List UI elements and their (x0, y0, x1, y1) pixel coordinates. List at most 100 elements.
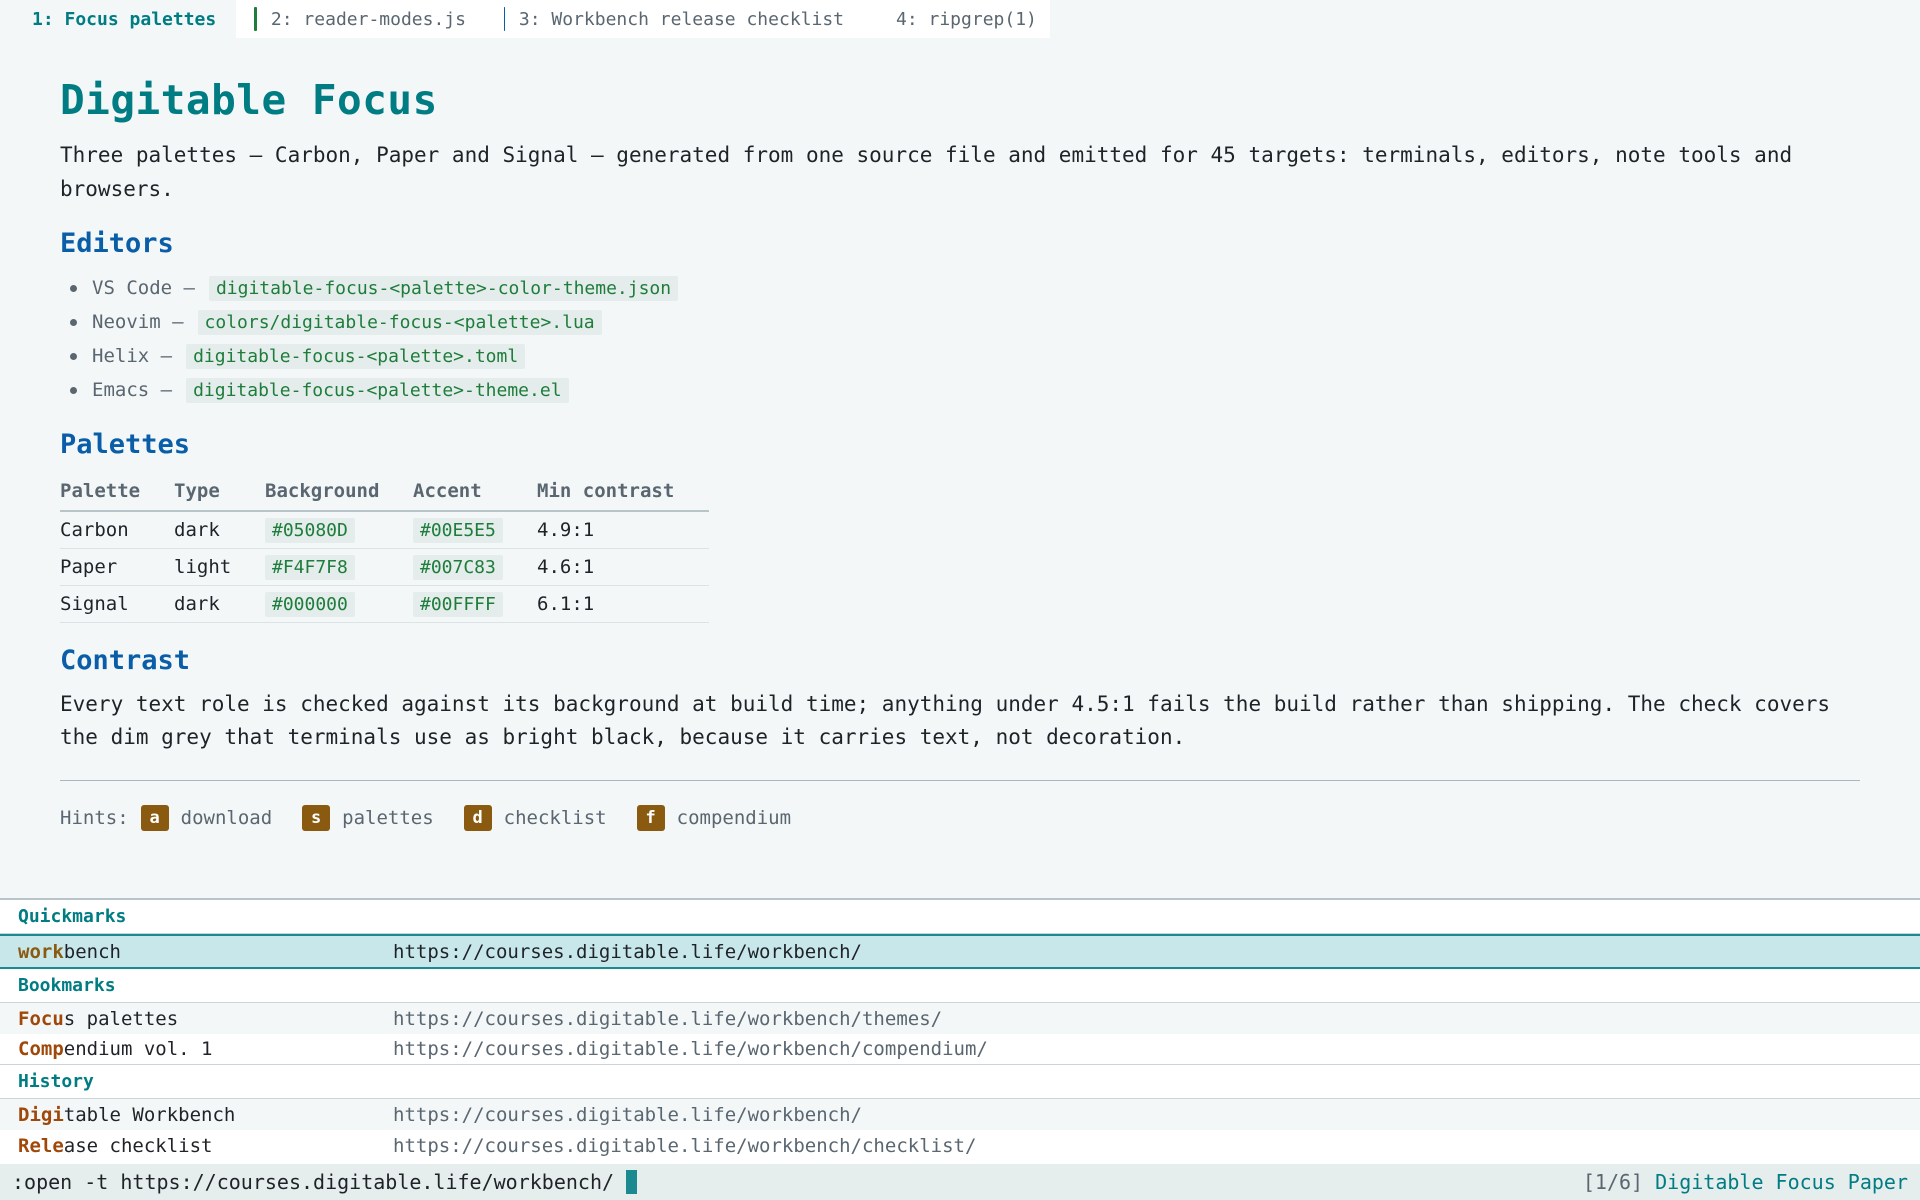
hint-compendium[interactable]: f compendium (636, 804, 792, 831)
column-header: Min contrast (537, 474, 709, 512)
palettes-table: Palette Type Background Accent Min contr… (60, 474, 709, 623)
editor-name: VS Code — (92, 277, 195, 299)
hints-label: Hints: (60, 806, 129, 829)
tab-label: 2: reader-modes.js (270, 8, 466, 30)
tab-bar: 1: Focus palettes 2: reader-modes.js 3: … (0, 0, 1050, 38)
column-header: Palette (60, 474, 174, 512)
tab-label: 1: Focus palettes (32, 8, 217, 30)
contrast-paragraph: Every text role is checked against its b… (60, 691, 1831, 749)
name-rest: s palettes (63, 1007, 179, 1030)
table-row: Signal dark #000000 #00FFFF 6.1:1 (60, 585, 709, 623)
completion-url: https://courses.digitable.life/workbench… (393, 1007, 943, 1030)
cell-contrast: 4.9:1 (537, 511, 709, 549)
hint-checklist[interactable]: d checklist (463, 804, 607, 831)
column-header: Accent (413, 474, 537, 512)
completion-url: https://courses.digitable.life/workbench… (393, 1134, 977, 1157)
tab-ripgrep[interactable]: 4: ripgrep(1) (864, 0, 1050, 38)
hex-code: #00E5E5 (413, 517, 503, 543)
cell-type: dark (174, 585, 265, 623)
command-input[interactable]: :open -t https://courses.digitable.life/… (12, 1170, 614, 1194)
table-row: Paper light #F4F7F8 #007C83 4.6:1 (60, 548, 709, 586)
hint-label: checklist (503, 806, 607, 829)
bullet (70, 318, 77, 326)
table-header-row: Palette Type Background Accent Min contr… (60, 474, 709, 512)
tab-label: 4: ripgrep(1) (896, 8, 1037, 30)
hint-download[interactable]: a download (140, 804, 273, 831)
name-rest: endium vol. 1 (63, 1038, 213, 1060)
match-highlight: Rele (18, 1134, 64, 1157)
tab-reader-modes[interactable]: 2: reader-modes.js (236, 0, 486, 38)
completion-item-selected[interactable]: workbench https://courses.digitable.life… (0, 934, 1920, 969)
hint-key: a (140, 804, 169, 831)
hint-palettes[interactable]: s palettes (302, 804, 434, 831)
cell-accent: #00FFFF (413, 585, 537, 623)
completion-item[interactable]: Digitable Workbench https://courses.digi… (0, 1099, 1920, 1130)
completion-item[interactable]: Compendium vol. 1 https://courses.digita… (0, 1034, 1920, 1065)
cell-accent: #00E5E5 (413, 511, 537, 549)
editors-heading: Editors (60, 228, 174, 259)
category-bookmarks: Bookmarks (0, 969, 1920, 1003)
hex-code: #00FFFF (413, 591, 503, 617)
tab-focus-palettes[interactable]: 1: Focus palettes (0, 0, 236, 38)
hint-label: download (180, 806, 273, 829)
completion-name: workbench (18, 941, 393, 963)
cell-type: dark (174, 511, 265, 549)
column-header: Background (265, 474, 413, 512)
completion-url: https://courses.digitable.life/workbench… (393, 1038, 988, 1060)
cell-background: #000000 (265, 585, 413, 623)
hint-key: d (463, 804, 492, 831)
tab-indicator (254, 7, 257, 31)
editors-list: VS Code — digitable-focus-<palette>-colo… (60, 271, 1860, 407)
completion-panel: Quickmarks workbench https://courses.dig… (0, 898, 1920, 1164)
page-title: Digitable Focus (60, 76, 438, 124)
completion-name: Digitable Workbench (18, 1104, 393, 1126)
cell-type: light (174, 548, 265, 586)
cell-accent: #007C83 (413, 548, 537, 586)
editor-file: colors/digitable-focus-<palette>.lua (197, 309, 602, 335)
tab-indicator (504, 7, 505, 31)
name-rest: table Workbench (63, 1103, 236, 1126)
completion-name: Release checklist (18, 1135, 393, 1157)
hex-code: #05080D (265, 517, 355, 543)
text-cursor (626, 1170, 638, 1194)
completion-name: Focus palettes (18, 1008, 393, 1030)
tab-release-checklist[interactable]: 3: Workbench release checklist (486, 0, 864, 38)
page-title-status: Digitable Focus Paper (1655, 1170, 1908, 1194)
match-highlight: Focu (18, 1007, 64, 1030)
category-history: History (0, 1065, 1920, 1099)
list-item: Emacs — digitable-focus-<palette>-theme.… (60, 373, 1860, 407)
bullet (70, 386, 77, 394)
hex-code: #007C83 (413, 554, 503, 580)
editor-file: digitable-focus-<palette>.toml (186, 343, 526, 369)
hint-label: compendium (676, 806, 792, 829)
category-quickmarks: Quickmarks (0, 900, 1920, 934)
list-item: VS Code — digitable-focus-<palette>-colo… (60, 271, 1860, 305)
cell-background: #05080D (265, 511, 413, 549)
cell-background: #F4F7F8 (265, 548, 413, 586)
cell-palette: Paper (60, 548, 174, 586)
completion-name: Compendium vol. 1 (18, 1038, 393, 1060)
completion-position: [1/6] (1582, 1170, 1644, 1194)
match-highlight: Digi (18, 1103, 64, 1126)
bullet (70, 352, 77, 360)
name-rest: ase checklist (63, 1134, 213, 1157)
completion-item[interactable]: Focus palettes https://courses.digitable… (0, 1003, 1920, 1034)
hints-bar: Hints: a download s palettes d checklist… (60, 804, 1860, 831)
hint-key: f (636, 804, 665, 831)
tab-label: 3: Workbench release checklist (518, 8, 844, 30)
editor-file: digitable-focus-<palette>-theme.el (186, 377, 569, 403)
match-highlight: Comp (18, 1038, 64, 1060)
completion-item[interactable]: Release checklist https://courses.digita… (0, 1130, 1920, 1161)
match-highlight: work (18, 940, 64, 963)
column-header: Type (174, 474, 265, 512)
hex-code: #F4F7F8 (265, 554, 355, 580)
hint-key: s (302, 804, 331, 831)
table-row: Carbon dark #05080D #00E5E5 4.9:1 (60, 511, 709, 549)
editor-name: Emacs — (92, 379, 173, 401)
editor-name: Helix — (92, 345, 173, 367)
cell-palette: Signal (60, 585, 174, 623)
cell-contrast: 4.6:1 (537, 548, 709, 586)
bullet (70, 284, 77, 292)
hex-code: #000000 (265, 591, 355, 617)
command-line[interactable]: :open -t https://courses.digitable.life/… (0, 1164, 1920, 1200)
